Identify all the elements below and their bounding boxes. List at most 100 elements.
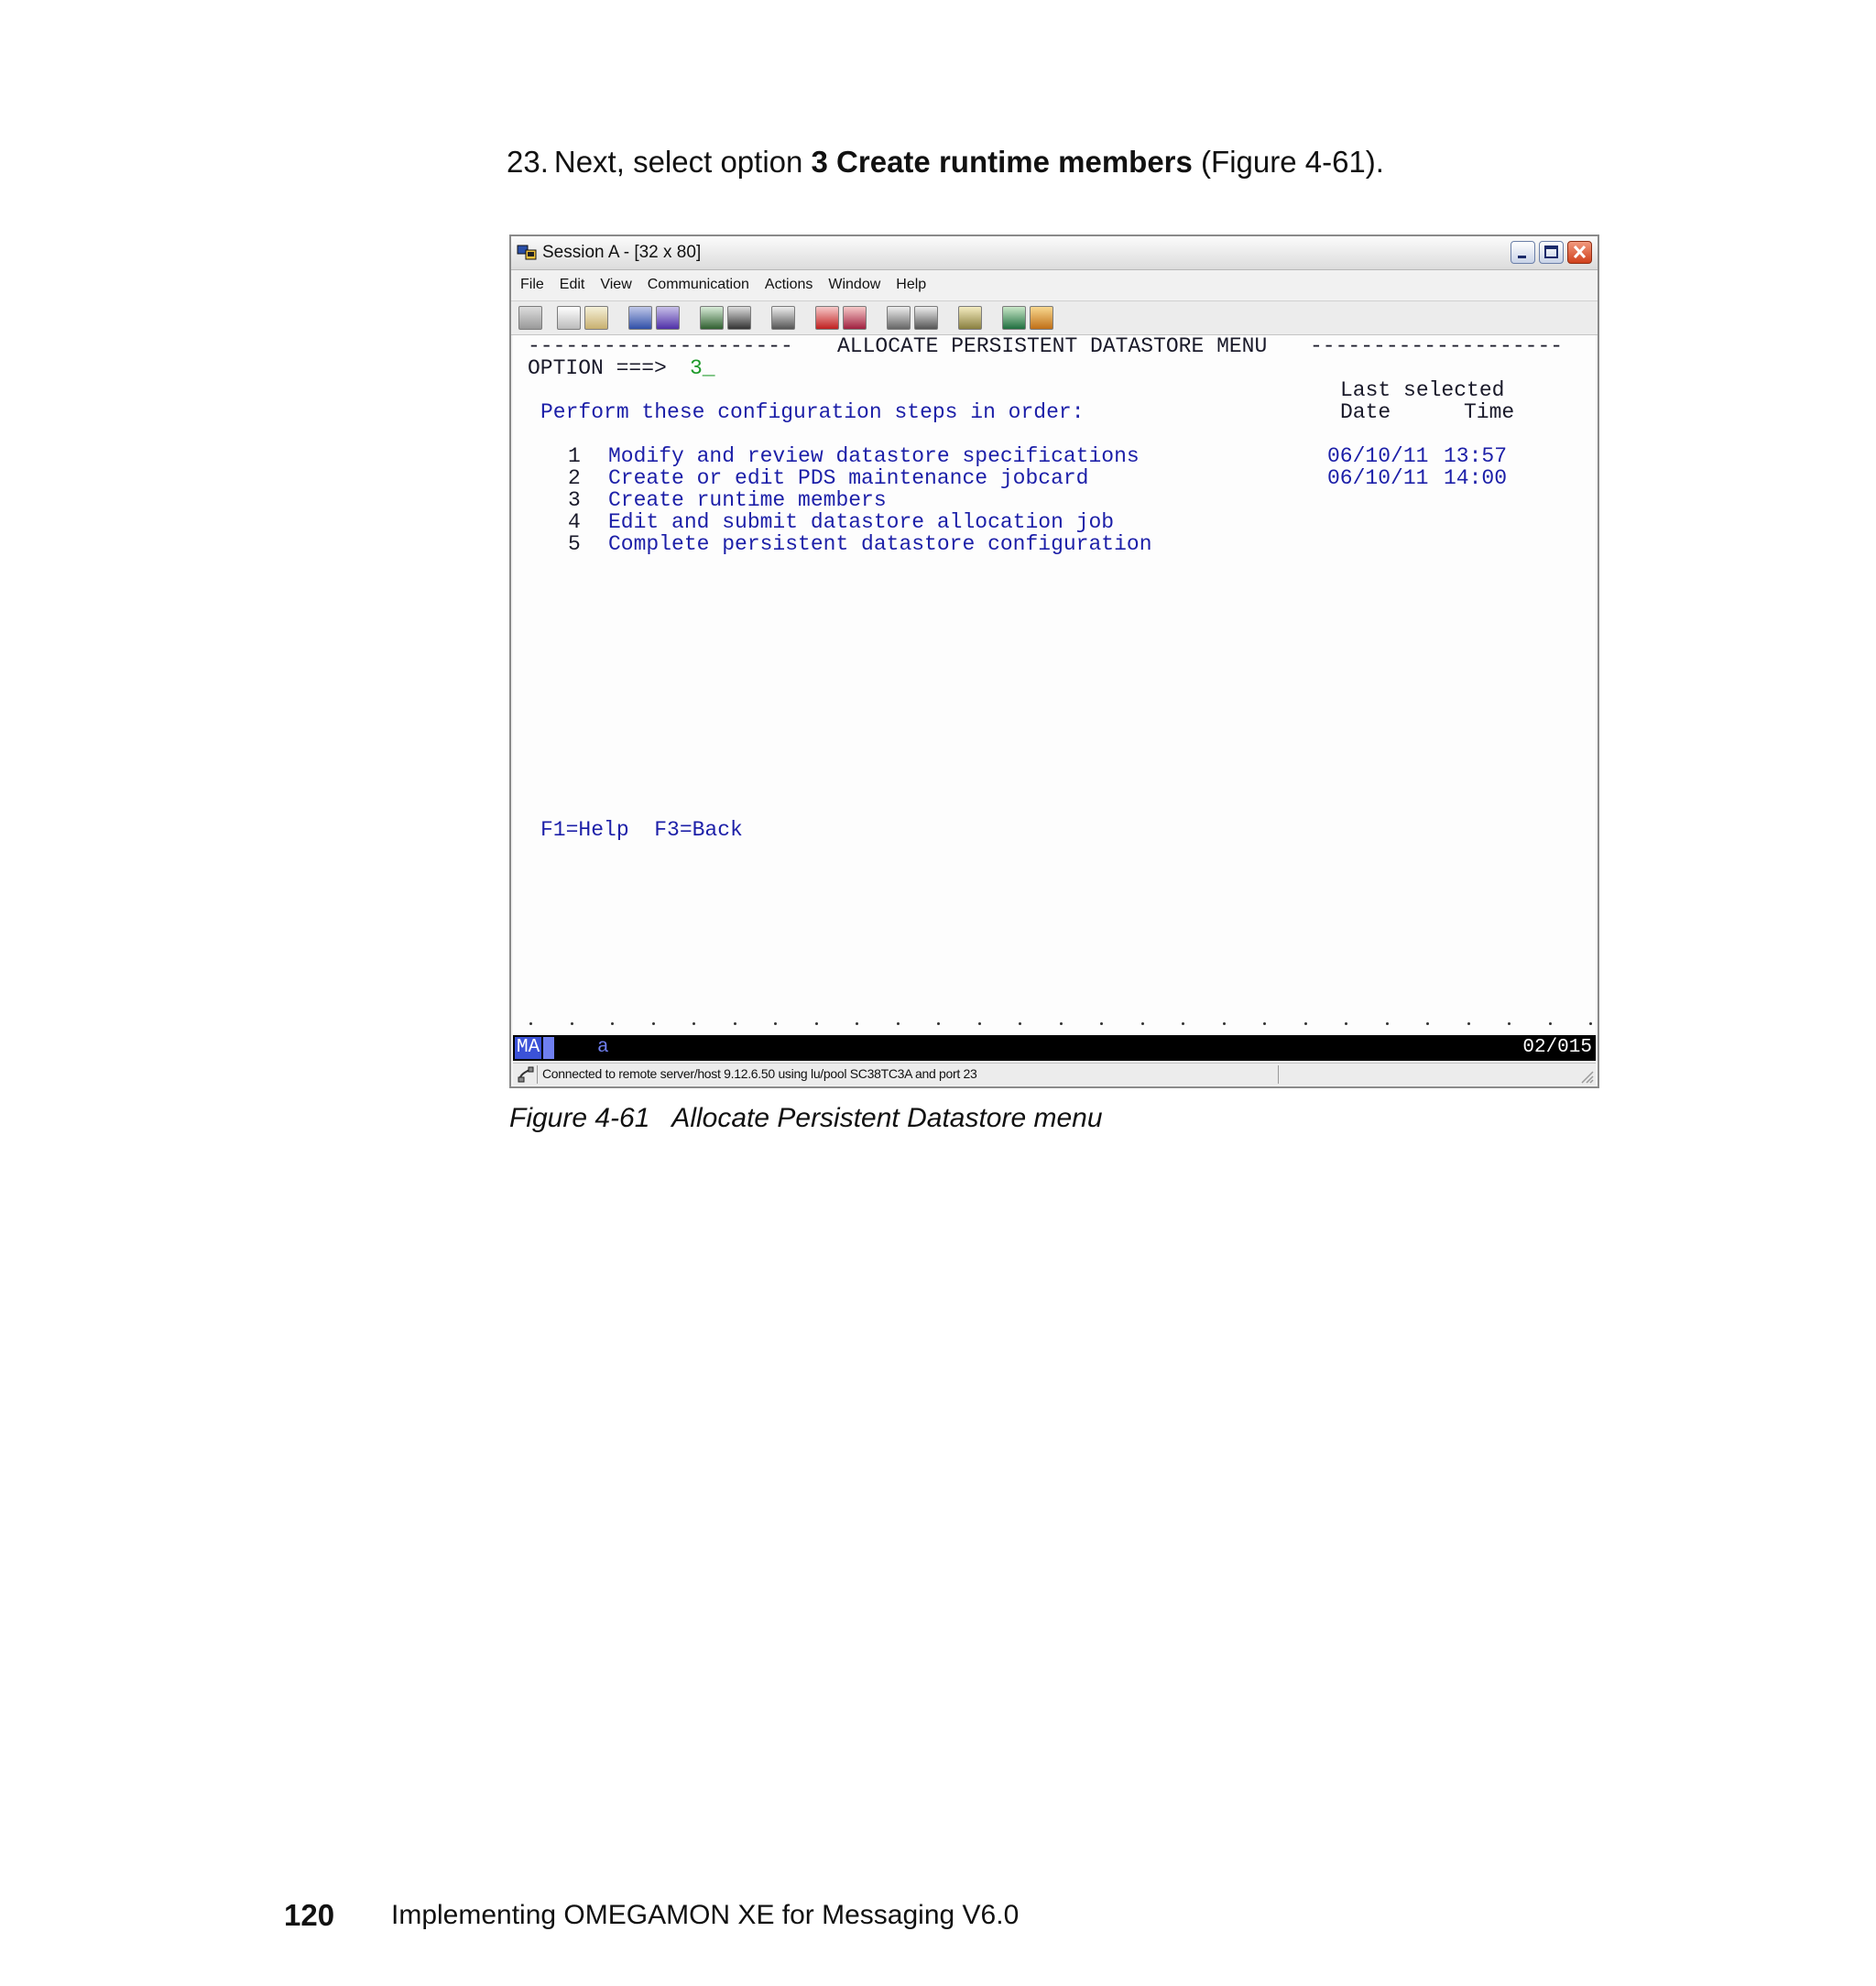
title-bar[interactable]: Session A - [32 x 80] — [511, 236, 1598, 270]
screen-dot — [1385, 1022, 1389, 1025]
item-number: 1 — [568, 444, 581, 468]
copy-icon[interactable] — [557, 306, 581, 330]
resize-grip-icon[interactable] — [1579, 1069, 1594, 1084]
maximize-button[interactable] — [1539, 241, 1564, 264]
transfer-down-icon[interactable] — [914, 306, 938, 330]
screen-dot — [1100, 1022, 1103, 1025]
step-instruction: 23. Next, select option 3 Create runtime … — [507, 145, 1384, 180]
screen-dot — [1222, 1022, 1226, 1025]
item-number: 2 — [568, 466, 581, 490]
screen-dot — [1182, 1022, 1184, 1025]
screen-dot — [1548, 1022, 1552, 1025]
cursor-position: 02/015 — [1522, 1037, 1592, 1058]
screen-dot — [937, 1022, 940, 1025]
last-selected-label: Last selected — [1340, 378, 1505, 402]
status-cursor — [543, 1037, 554, 1059]
screen-dot — [529, 1022, 532, 1025]
menu-title: ALLOCATE PERSISTENT DATASTORE MENU — [837, 335, 1268, 358]
option-prompt: OPTION ===> — [528, 356, 667, 380]
screen-dot — [1508, 1022, 1511, 1025]
menu-edit[interactable]: Edit — [560, 277, 585, 293]
menu-file[interactable]: File — [520, 277, 544, 293]
screen-dot — [1140, 1022, 1144, 1025]
session-app-icon — [517, 245, 537, 260]
paste-icon[interactable] — [584, 306, 608, 330]
screen-dot — [1263, 1022, 1266, 1025]
pencil-icon[interactable] — [1030, 306, 1053, 330]
item-date: 06/10/11 — [1327, 466, 1429, 490]
terminal-screen[interactable]: --------------------- ALLOCATE PERSISTEN… — [513, 335, 1596, 1036]
record-macro-icon[interactable] — [771, 306, 795, 330]
item-time: 14:00 — [1444, 466, 1508, 490]
window-title: Session A - [32 x 80] — [542, 243, 702, 262]
clipboard-icon[interactable] — [958, 306, 982, 330]
menu-item-1[interactable]: Modify and review datastore specificatio… — [608, 445, 1140, 467]
minimize-button[interactable] — [1511, 241, 1535, 264]
header-dashes-right: -------------------- — [1310, 335, 1564, 358]
menu-bar: File Edit View Communication Actions Win… — [511, 270, 1598, 300]
menu-item-5[interactable]: Complete persistent datastore configurat… — [608, 533, 1152, 555]
oia-status-bar: MA a 02/015 — [513, 1035, 1596, 1061]
screen-dot — [856, 1022, 858, 1025]
stop-macro-icon[interactable] — [815, 306, 839, 330]
screen-dot — [1426, 1022, 1429, 1025]
menu-item-2[interactable]: Create or edit PDS maintenance jobcard — [608, 467, 1089, 489]
menu-item-3[interactable]: Create runtime members — [608, 489, 887, 511]
screen-bottom-dots — [513, 1013, 1596, 1035]
page-number: 120 — [284, 1898, 335, 1932]
menu-view[interactable]: View — [600, 277, 631, 293]
item-number: 5 — [568, 532, 581, 556]
screen-dot — [1019, 1022, 1021, 1025]
print-screen-icon[interactable] — [518, 306, 542, 330]
time-label: Time — [1464, 400, 1515, 424]
step-text-pre: Next, select option — [553, 145, 812, 179]
terminal-window: Session A - [32 x 80] File Edit View Com… — [509, 235, 1599, 1088]
connection-icon — [518, 1066, 534, 1083]
minimize-icon — [1518, 256, 1526, 258]
item-time: 13:57 — [1444, 444, 1508, 468]
maximize-icon — [1544, 246, 1558, 258]
header-dashes-left: --------------------- — [528, 335, 793, 358]
screen-dot — [814, 1022, 818, 1025]
menu-communication[interactable]: Communication — [648, 277, 749, 293]
function-keys[interactable]: F1=Help F3=Back — [540, 819, 743, 841]
connection-status-bar: Connected to remote server/host 9.12.6.5… — [513, 1063, 1596, 1086]
book-title: Implementing OMEGAMON XE for Messaging V… — [391, 1900, 1020, 1930]
screen-dot — [977, 1022, 981, 1025]
display-icon[interactable] — [700, 306, 724, 330]
close-icon — [1573, 245, 1587, 259]
instructions-text: Perform these configuration steps in ord… — [540, 400, 1085, 424]
step-text-post: (Figure 4-61). — [1192, 145, 1384, 179]
screen-dot — [1467, 1022, 1470, 1025]
step-text-bold: 3 Create runtime members — [811, 145, 1193, 179]
option-input[interactable]: 3_ — [690, 357, 715, 379]
item-number: 4 — [568, 510, 581, 534]
toolbar — [511, 300, 1598, 335]
screen-dot — [611, 1022, 614, 1025]
screen-dot — [1059, 1022, 1063, 1025]
menu-help[interactable]: Help — [896, 277, 926, 293]
mode-indicator: MA — [515, 1037, 542, 1059]
screen-dot — [774, 1022, 777, 1025]
step-number: 23. — [507, 145, 549, 179]
receive-icon[interactable] — [656, 306, 680, 330]
screen-dot — [1345, 1022, 1347, 1025]
session-indicator: a — [597, 1037, 609, 1058]
menu-item-4[interactable]: Edit and submit datastore allocation job — [608, 511, 1114, 533]
send-icon[interactable] — [628, 306, 652, 330]
screen-dot — [570, 1022, 573, 1025]
keypad-icon[interactable] — [727, 306, 751, 330]
transfer-up-icon[interactable] — [887, 306, 911, 330]
close-button[interactable] — [1567, 241, 1592, 264]
figure-caption: Figure 4-61 Allocate Persistent Datastor… — [509, 1103, 1103, 1133]
menu-window[interactable]: Window — [828, 277, 880, 293]
play-macro-icon[interactable] — [843, 306, 867, 330]
screen-dot — [733, 1022, 736, 1025]
menu-actions[interactable]: Actions — [765, 277, 813, 293]
screen-dot — [896, 1022, 900, 1025]
screen-dot — [651, 1022, 655, 1025]
globe-icon[interactable] — [1002, 306, 1026, 330]
screen-dot — [1589, 1022, 1592, 1025]
item-number: 3 — [568, 488, 581, 512]
screen-dot — [1303, 1022, 1307, 1025]
